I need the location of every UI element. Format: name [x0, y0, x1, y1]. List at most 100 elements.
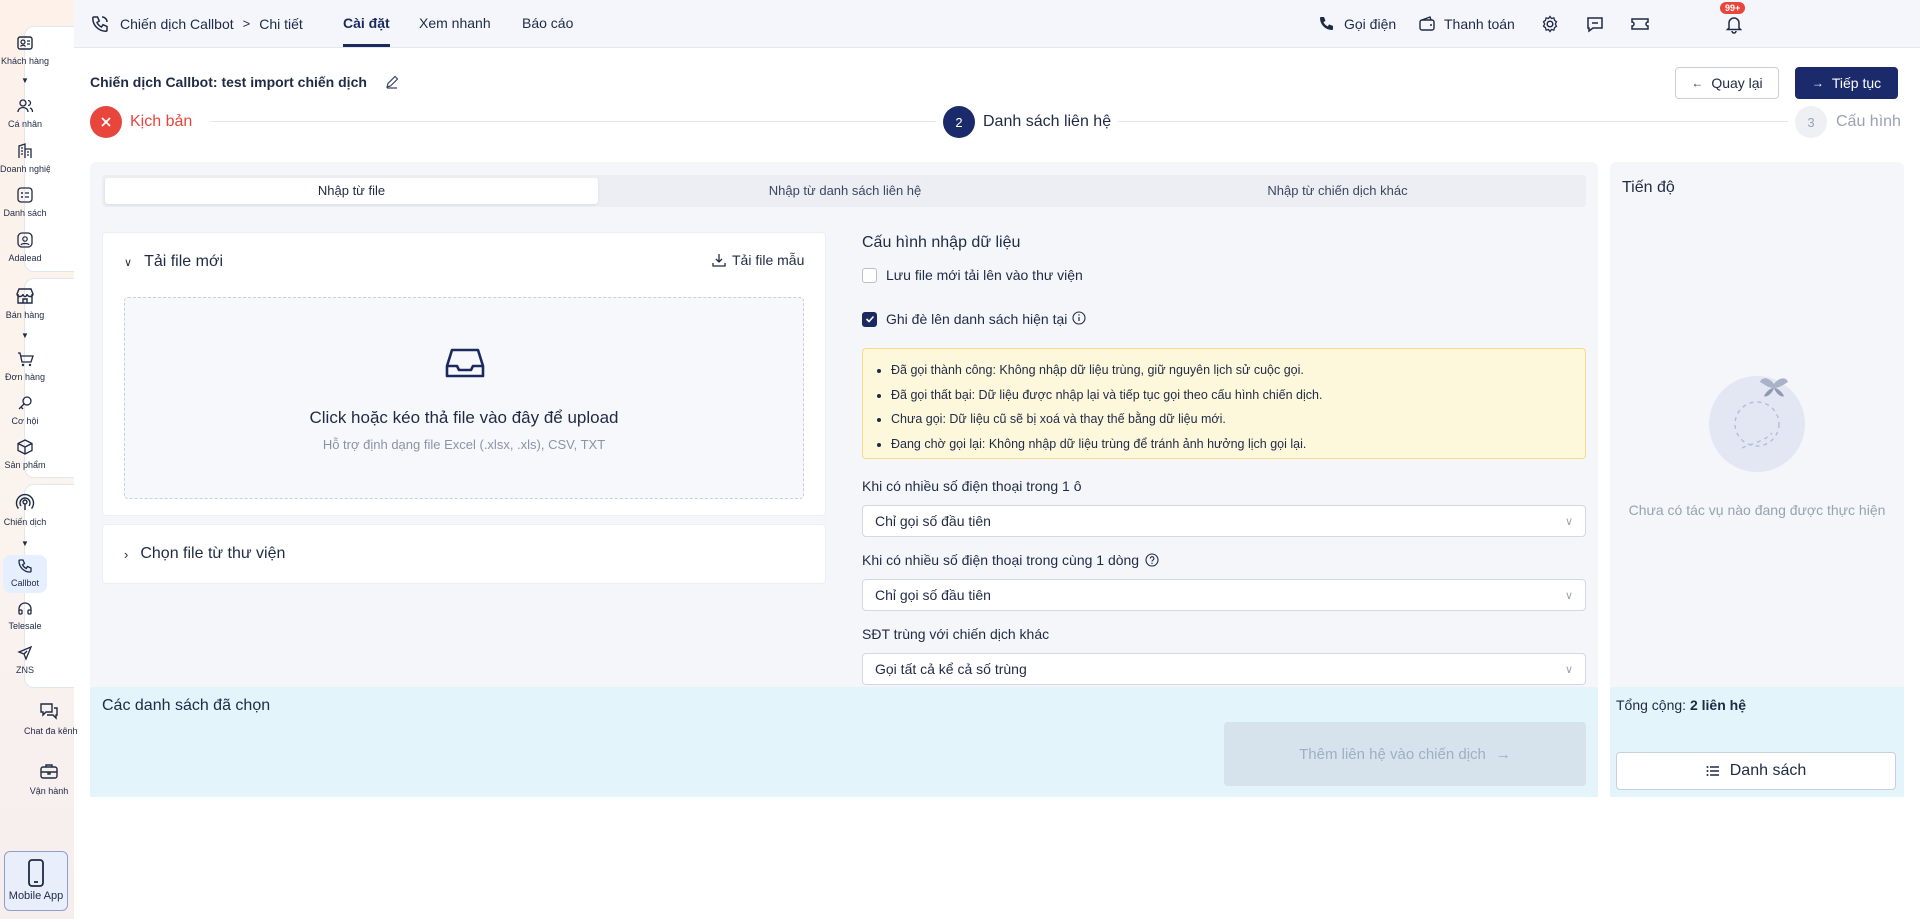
- sidebar-item-label: Đơn hàng: [5, 372, 45, 382]
- step-3-label[interactable]: Cấu hình: [1836, 113, 1901, 131]
- sidebar-item-operations[interactable]: Vận hành: [24, 760, 74, 796]
- stepper-connector: [210, 121, 936, 122]
- sidebar-item-personal[interactable]: Cá nhân: [0, 97, 50, 129]
- sidebar-item-zns[interactable]: ZNS: [0, 645, 50, 675]
- download-template-label: Tải file mẫu: [732, 252, 805, 268]
- campaign-title: Chiến dịch Callbot: test import chiến dị…: [90, 74, 367, 90]
- check-icon: [865, 315, 874, 323]
- file-dropzone[interactable]: Click hoặc kéo thả file vào đây để uploa…: [124, 297, 804, 499]
- sidebar-item-opportunities[interactable]: Cơ hội: [0, 394, 50, 426]
- sidebar-item-label: Chiến dịch: [3, 517, 47, 527]
- gear-icon: [1542, 14, 1558, 33]
- message-button[interactable]: [1585, 0, 1605, 47]
- save-to-library-checkbox[interactable]: [862, 267, 877, 283]
- sidebar-item-label: Cơ hội: [11, 416, 39, 426]
- sidebar-item-callbot[interactable]: Callbot: [3, 555, 47, 593]
- sidebar-item-chat[interactable]: Chat đa kênh: [24, 700, 78, 736]
- sidebar-item-products[interactable]: Sản phẩm: [0, 438, 50, 470]
- tab-preview[interactable]: Xem nhanh: [419, 0, 491, 47]
- chevron-down-icon[interactable]: ▼: [21, 76, 29, 85]
- info-icon[interactable]: [1072, 310, 1086, 325]
- sidebar-item-sales[interactable]: Bán hàng: [0, 286, 50, 320]
- chevron-down-icon[interactable]: ▼: [21, 331, 29, 340]
- select-value: Gọi tất cả kể cả số trùng: [875, 661, 1027, 677]
- sidebar-item-business[interactable]: Doanh nghiệp: [0, 142, 50, 174]
- notice-item: Đang chờ gọi lại: Không nhập dữ liệu trù…: [891, 432, 1571, 457]
- step-2-number[interactable]: 2: [943, 106, 975, 138]
- edit-icon[interactable]: [385, 75, 399, 89]
- building-icon: [18, 143, 32, 158]
- call-button[interactable]: Gọi điện: [1318, 0, 1396, 47]
- top-navigation: Chiến dịch Callbot > Chi tiết Cài đặt Xe…: [74, 0, 1920, 48]
- ticket-button[interactable]: [1630, 0, 1650, 47]
- sidebar-item-label: Khách hàng: [0, 56, 50, 66]
- step-2-label[interactable]: Danh sách liên hệ: [983, 113, 1111, 131]
- step-3-number[interactable]: 3: [1795, 106, 1827, 138]
- tab-import-file[interactable]: Nhập từ file: [105, 178, 598, 204]
- chevron-down-icon[interactable]: ▼: [21, 539, 29, 548]
- duplicate-phone-select[interactable]: Gọi tất cả kể cả số trùng ∨: [862, 653, 1586, 685]
- sidebar-item-lists[interactable]: Danh sách: [0, 186, 50, 218]
- tab-import-contact-list[interactable]: Nhập từ danh sách liên hệ: [598, 178, 1092, 204]
- phone-icon: [1320, 16, 1333, 30]
- sidebar-item-customers[interactable]: Khách hàng: [0, 34, 50, 66]
- select-value: Chỉ gọi số đầu tiên: [875, 587, 991, 603]
- library-panel-header[interactable]: › Chọn file từ thư viện: [124, 545, 285, 563]
- settings-button[interactable]: [1540, 0, 1560, 47]
- upload-panel-title: Tải file mới: [144, 253, 224, 270]
- arrow-right-icon: →: [1495, 745, 1511, 763]
- briefcase-icon: [40, 764, 58, 779]
- overwrite-notice: Đã gọi thành công: Không nhập dữ liệu tr…: [862, 348, 1586, 459]
- download-template-link[interactable]: Tải file mẫu: [712, 252, 804, 268]
- breadcrumb-detail[interactable]: Chi tiết: [259, 16, 303, 32]
- add-contacts-label: Thêm liên hệ vào chiến dịch: [1299, 745, 1486, 763]
- next-button[interactable]: → Tiếp tục: [1795, 67, 1898, 99]
- list-button[interactable]: Danh sách: [1616, 752, 1896, 790]
- back-button[interactable]: ← Quay lại: [1675, 67, 1779, 99]
- users-icon: [17, 99, 34, 113]
- bell-icon: [1725, 16, 1743, 34]
- payment-button[interactable]: Thanh toán: [1418, 0, 1515, 47]
- sidebar-item-telesale[interactable]: Telesale: [0, 601, 50, 631]
- sidebar-item-label: Callbot: [10, 578, 39, 588]
- sidebar-item-orders[interactable]: Đơn hàng: [0, 350, 50, 382]
- sidebar-item-label: Cá nhân: [7, 119, 43, 129]
- field-multiple-phones-row-label: Khi có nhiều số điện thoại trong cùng 1 …: [862, 552, 1159, 568]
- payment-label: Thanh toán: [1444, 15, 1515, 32]
- field-label-text: SĐT trùng với chiến dịch khác: [862, 626, 1050, 642]
- notification-badge: 99+: [1720, 2, 1746, 14]
- store-icon: [16, 288, 34, 304]
- breadcrumb-campaign[interactable]: Chiến dịch Callbot: [120, 16, 234, 32]
- multiple-phones-cell-select[interactable]: Chỉ gọi số đầu tiên ∨: [862, 505, 1586, 537]
- contact-card-icon: [17, 36, 33, 50]
- sidebar-item-campaigns[interactable]: Chiến dịch: [0, 493, 50, 527]
- overwrite-checkbox[interactable]: [862, 311, 877, 327]
- chevron-down-icon: ∨: [1564, 515, 1573, 528]
- step-1-error-icon[interactable]: [90, 106, 122, 138]
- step-1-label[interactable]: Kịch bản: [130, 113, 192, 131]
- field-label-text: Khi có nhiều số điện thoại trong cùng 1 …: [862, 552, 1140, 568]
- field-duplicate-phone-label: SĐT trùng với chiến dịch khác: [862, 626, 1049, 642]
- overwrite-label: Ghi đè lên danh sách hiện tại: [886, 311, 1068, 327]
- multiple-phones-row-select[interactable]: Chỉ gọi số đầu tiên ∨: [862, 579, 1586, 611]
- call-label: Gọi điện: [1344, 15, 1397, 32]
- dropzone-title: Click hoặc kéo thả file vào đây để uploa…: [309, 408, 619, 427]
- cart-icon: [18, 352, 34, 367]
- arrow-left-icon: ←: [1691, 76, 1704, 90]
- overwrite-option[interactable]: Ghi đè lên danh sách hiện tại: [862, 310, 1086, 327]
- chevron-right-icon: >: [242, 16, 251, 31]
- empty-state-illustration: [1709, 376, 1805, 472]
- save-to-library-option[interactable]: Lưu file mới tải lên vào thư viện: [862, 267, 1083, 283]
- add-contacts-button[interactable]: Thêm liên hệ vào chiến dịch →: [1224, 722, 1586, 786]
- tab-import-other-campaign[interactable]: Nhập từ chiến dịch khác: [1092, 178, 1583, 204]
- sidebar-item-adalead[interactable]: Adalead: [0, 231, 50, 263]
- help-icon[interactable]: [1145, 553, 1159, 567]
- sidebar-item-label: Adalead: [8, 253, 42, 263]
- chevron-down-icon: ∨: [1564, 663, 1573, 676]
- notice-item: Đã gọi thất bại: Dữ liệu được nhập lại v…: [891, 383, 1571, 408]
- mobile-app-button[interactable]: Mobile App: [4, 851, 68, 911]
- library-panel-title: Chọn file từ thư viện: [140, 545, 286, 562]
- upload-panel-header[interactable]: ∨ Tải file mới: [124, 253, 223, 271]
- tab-settings[interactable]: Cài đặt: [343, 0, 390, 47]
- tab-report[interactable]: Báo cáo: [522, 0, 573, 47]
